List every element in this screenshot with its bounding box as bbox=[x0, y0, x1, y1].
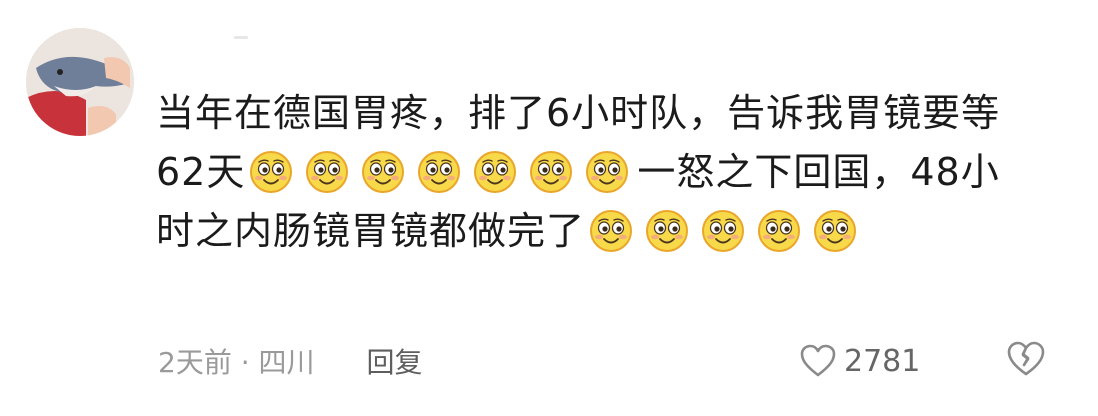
dislike-button[interactable] bbox=[1003, 338, 1049, 384]
like-button[interactable]: 2781 bbox=[800, 333, 920, 389]
smile-icon bbox=[813, 209, 857, 253]
smile-icon bbox=[361, 150, 405, 194]
avatar[interactable] bbox=[26, 28, 134, 136]
comment-text: 当年在德国胃疼，排了6小时队，告诉我胃镜要等62天 一怒之下回国，48小时之内肠… bbox=[156, 84, 1036, 261]
smile-icon bbox=[305, 150, 349, 194]
smile-icon bbox=[757, 209, 801, 253]
smile-icon bbox=[473, 150, 517, 194]
smile-icon bbox=[249, 150, 293, 194]
broken-heart-icon bbox=[1006, 341, 1046, 381]
comment-meta: 2天前 · 四川 回复 bbox=[158, 333, 423, 389]
reply-button[interactable]: 回复 bbox=[367, 341, 423, 381]
smile-icon bbox=[585, 150, 629, 194]
heart-icon bbox=[800, 344, 836, 378]
smile-icon bbox=[589, 209, 633, 253]
divider-mark bbox=[234, 36, 248, 39]
like-count: 2781 bbox=[844, 343, 921, 379]
smile-icon bbox=[529, 150, 573, 194]
time-location: 2天前 · 四川 bbox=[158, 346, 315, 379]
smile-icon bbox=[701, 209, 745, 253]
smile-icon bbox=[645, 209, 689, 253]
smile-icon bbox=[417, 150, 461, 194]
